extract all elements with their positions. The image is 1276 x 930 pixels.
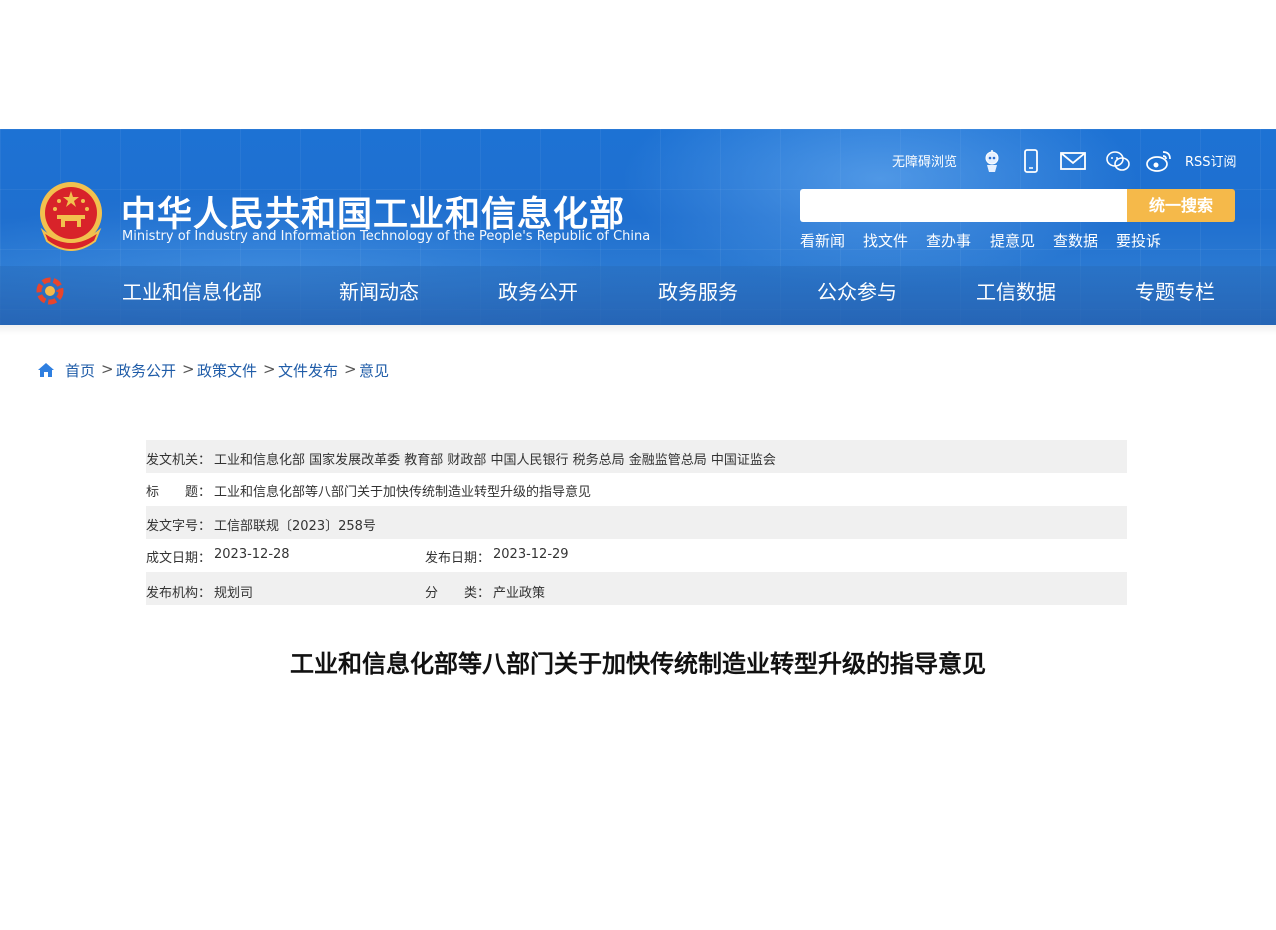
breadcrumb-separator: > — [182, 360, 195, 378]
breadcrumb-separator: > — [263, 360, 276, 378]
national-emblem-icon[interactable] — [37, 179, 105, 251]
nav-gov-services[interactable]: 政务服务 — [658, 276, 738, 305]
meta-row-docno: 发文字号： 工信部联规〔2023〕258号 — [146, 506, 1127, 539]
home-icon[interactable] — [37, 362, 55, 378]
robot-assistant-icon[interactable] — [979, 149, 1005, 173]
docno-value: 工信部联规〔2023〕258号 — [214, 519, 376, 534]
rss-link[interactable]: RSS订阅 — [1185, 151, 1237, 170]
nav-gov-affairs[interactable]: 政务公开 — [498, 276, 578, 305]
meta-row-issuer: 发文机关： 工业和信息化部 国家发展改革委 教育部 财政部 中国人民银行 税务总… — [146, 440, 1127, 473]
quick-link-data[interactable]: 查数据 — [1053, 230, 1098, 251]
nav-special-topics[interactable]: 专题专栏 — [1135, 276, 1215, 305]
search-input[interactable] — [800, 189, 1127, 222]
breadcrumb-file-release[interactable]: 文件发布 — [278, 360, 338, 381]
category-value: 产业政策 — [493, 586, 546, 601]
title-label: 标 题： — [146, 485, 212, 500]
nav-data[interactable]: 工信数据 — [976, 276, 1056, 305]
org-value: 规划司 — [214, 586, 254, 601]
quick-link-complaint[interactable]: 要投诉 — [1116, 230, 1161, 251]
mobile-phone-icon[interactable] — [1018, 149, 1044, 173]
breadcrumb-separator: > — [101, 360, 114, 378]
nav-ministry[interactable]: 工业和信息化部 — [122, 276, 262, 305]
breadcrumb-gov-affairs[interactable]: 政务公开 — [116, 360, 176, 381]
issuer-value: 工业和信息化部 国家发展改革委 教育部 财政部 中国人民银行 税务总局 金融监管… — [214, 453, 776, 468]
quick-link-feedback[interactable]: 提意见 — [990, 230, 1035, 251]
site-subtitle: Ministry of Industry and Information Tec… — [122, 229, 651, 244]
written-date-value: 2023-12-28 — [214, 547, 290, 562]
weibo-icon[interactable] — [1146, 149, 1172, 173]
published-date-label: 发布日期： — [425, 551, 491, 566]
quick-link-files[interactable]: 找文件 — [863, 230, 908, 251]
meta-row-title: 标 题： 工业和信息化部等八部门关于加快传统制造业转型升级的指导意见 — [146, 473, 1127, 506]
breadcrumb-policy-files[interactable]: 政策文件 — [197, 360, 257, 381]
org-label: 发布机构： — [146, 586, 212, 601]
mail-icon[interactable] — [1060, 149, 1086, 173]
ministry-logo-icon[interactable] — [35, 276, 65, 306]
breadcrumb-current[interactable]: 意见 — [359, 360, 389, 381]
wechat-icon[interactable] — [1105, 149, 1131, 173]
site-header: 中华人民共和国工业和信息化部 Ministry of Industry and … — [0, 129, 1276, 325]
category-label: 分 类： — [425, 586, 491, 601]
nav-news[interactable]: 新闻动态 — [339, 276, 419, 305]
breadcrumb-separator: > — [344, 360, 357, 378]
header-shadow — [0, 325, 1276, 335]
search-button[interactable]: 统一搜索 — [1127, 189, 1235, 222]
nav-public-participation[interactable]: 公众参与 — [817, 276, 897, 305]
published-date-value: 2023-12-29 — [493, 547, 569, 562]
docno-label: 发文字号： — [146, 519, 212, 534]
accessibility-link[interactable]: 无障碍浏览 — [892, 151, 957, 170]
issuer-label: 发文机关： — [146, 453, 212, 468]
document-title: 工业和信息化部等八部门关于加快传统制造业转型升级的指导意见 — [290, 650, 986, 678]
breadcrumb-home[interactable]: 首页 — [65, 360, 95, 381]
title-value: 工业和信息化部等八部门关于加快传统制造业转型升级的指导意见 — [214, 485, 592, 500]
quick-link-services[interactable]: 查办事 — [926, 230, 971, 251]
quick-link-news[interactable]: 看新闻 — [800, 230, 845, 251]
meta-row-dates: 成文日期： 2023-12-28 发布日期： 2023-12-29 — [146, 539, 1127, 572]
meta-row-org: 发布机构： 规划司 分 类： 产业政策 — [146, 572, 1127, 605]
written-date-label: 成文日期： — [146, 551, 212, 566]
